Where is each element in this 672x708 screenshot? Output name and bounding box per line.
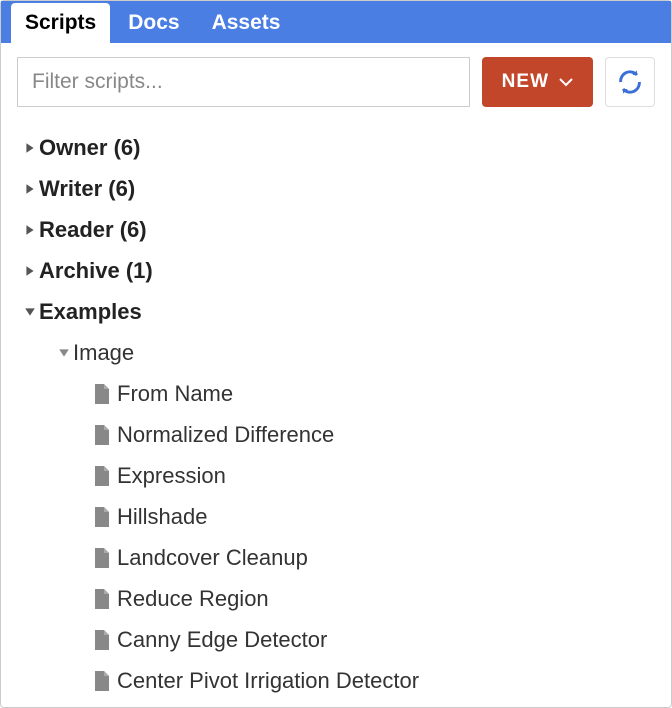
- tab-scripts[interactable]: Scripts: [11, 3, 110, 43]
- caret-down-icon: [21, 306, 39, 318]
- tree-label: Reader (6): [39, 213, 147, 246]
- tree-label: Owner (6): [39, 131, 141, 164]
- tree-file[interactable]: Landcover Cleanup: [21, 537, 651, 578]
- tree-label: Archive (1): [39, 254, 153, 287]
- tree-file-label: Normalized Difference: [117, 418, 334, 451]
- tree-folder-writer[interactable]: Writer (6): [21, 168, 651, 209]
- tree-file-label: Clamp: [117, 705, 181, 707]
- tree-file[interactable]: Expression: [21, 455, 651, 496]
- tree-file[interactable]: Reduce Region: [21, 578, 651, 619]
- filter-scripts-input[interactable]: [17, 57, 470, 107]
- tree-file-label: Landcover Cleanup: [117, 541, 308, 574]
- tree-label: Writer (6): [39, 172, 135, 205]
- tree-folder-archive[interactable]: Archive (1): [21, 250, 651, 291]
- tree-file-label: Expression: [117, 459, 226, 492]
- tree-folder-owner[interactable]: Owner (6): [21, 127, 651, 168]
- refresh-icon: [616, 68, 644, 96]
- tree-file[interactable]: Normalized Difference: [21, 414, 651, 455]
- caret-right-icon: [21, 183, 39, 195]
- file-icon: [93, 425, 111, 445]
- caret-down-icon: [55, 347, 73, 359]
- tree-file-label: Center Pivot Irrigation Detector: [117, 664, 419, 697]
- file-icon: [93, 507, 111, 527]
- file-icon: [93, 589, 111, 609]
- tree-file-label: Hillshade: [117, 500, 208, 533]
- tree-file[interactable]: From Name: [21, 373, 651, 414]
- tree-file[interactable]: Center Pivot Irrigation Detector: [21, 660, 651, 701]
- caret-right-icon: [21, 265, 39, 277]
- tree-folder-examples[interactable]: Examples: [21, 291, 651, 332]
- refresh-button[interactable]: [605, 57, 655, 107]
- tree-folder-reader[interactable]: Reader (6): [21, 209, 651, 250]
- file-icon: [93, 548, 111, 568]
- script-tree: Owner (6) Writer (6) Reader (6) Archive …: [1, 121, 671, 707]
- new-button-label: NEW: [502, 71, 549, 93]
- caret-right-icon: [21, 224, 39, 236]
- tree-file-label: Canny Edge Detector: [117, 623, 327, 656]
- tab-docs[interactable]: Docs: [114, 3, 193, 43]
- tree-label: Examples: [39, 295, 142, 328]
- tree-file[interactable]: Hillshade: [21, 496, 651, 537]
- file-icon: [93, 466, 111, 486]
- tree-file[interactable]: Clamp: [21, 701, 651, 707]
- file-icon: [93, 384, 111, 404]
- tab-assets[interactable]: Assets: [198, 3, 295, 43]
- tree-label: Image: [73, 336, 134, 369]
- chevron-down-icon: [559, 77, 573, 87]
- toolbar: NEW: [1, 43, 671, 121]
- file-icon: [93, 671, 111, 691]
- tree-folder-image[interactable]: Image: [21, 332, 651, 373]
- tab-bar: Scripts Docs Assets: [1, 1, 671, 43]
- caret-right-icon: [21, 142, 39, 154]
- tree-file[interactable]: Canny Edge Detector: [21, 619, 651, 660]
- tree-file-label: Reduce Region: [117, 582, 269, 615]
- new-button[interactable]: NEW: [482, 57, 593, 107]
- tree-file-label: From Name: [117, 377, 233, 410]
- file-icon: [93, 630, 111, 650]
